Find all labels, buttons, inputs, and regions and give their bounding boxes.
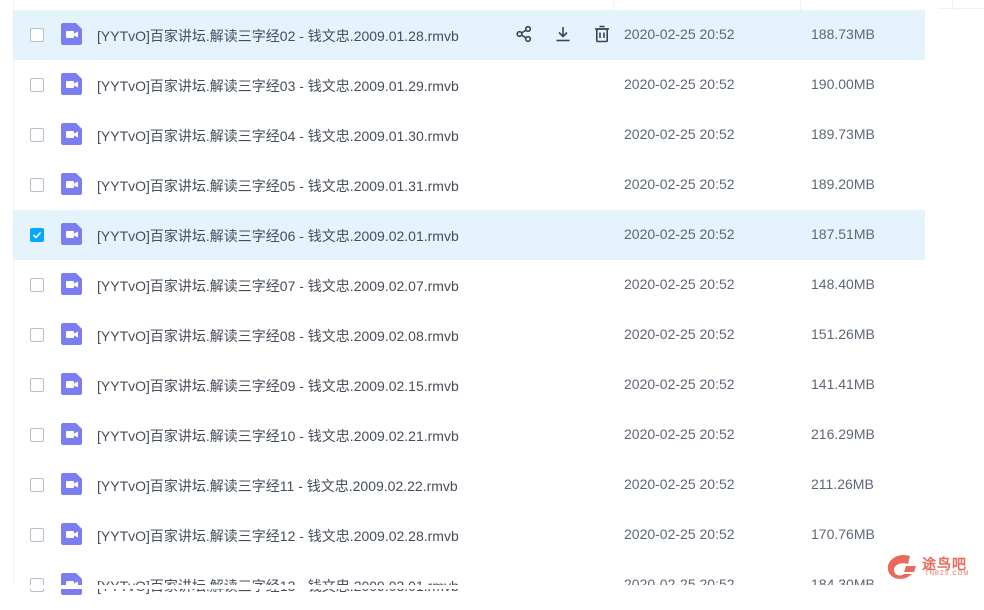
delete-button[interactable] [592,24,612,44]
video-file-icon[interactable] [60,72,84,96]
file-name[interactable]: [YYTvO]百家讲坛.解读三字经12 - 钱文忠.2009.02.28.rmv… [97,526,459,546]
file-size: 184.30MB [811,576,875,592]
file-row[interactable]: [YYTvO]百家讲坛.解读三字经04 - 钱文忠.2009.01.30.rmv… [14,110,925,160]
row-checkbox[interactable] [30,228,44,242]
file-row[interactable]: [YYTvO]百家讲坛.解读三字经03 - 钱文忠.2009.01.29.rmv… [14,60,925,110]
row-checkbox[interactable] [30,178,44,192]
row-checkbox[interactable] [30,78,44,92]
row-checkbox[interactable] [30,328,44,342]
bottom-edge [0,585,984,589]
file-size: 189.73MB [811,126,875,142]
column-divider [800,0,801,10]
video-file-icon[interactable] [60,222,84,246]
delete-icon [595,25,609,43]
video-file-icon[interactable] [60,322,84,346]
file-name[interactable]: [YYTvO]百家讲坛.解读三字经11 - 钱文忠.2009.02.22.rmv… [97,476,458,496]
video-file-icon[interactable] [60,122,84,146]
video-file-icon[interactable] [60,422,84,446]
row-checkbox[interactable] [30,478,44,492]
watermark-subtext: TNBZS.COM [925,571,970,577]
file-name[interactable]: [YYTvO]百家讲坛.解读三字经04 - 钱文忠.2009.01.30.rmv… [97,126,459,146]
modified-date: 2020-02-25 20:52 [624,126,735,142]
modified-date: 2020-02-25 20:52 [624,526,735,542]
file-row[interactable]: [YYTvO]百家讲坛.解读三字经05 - 钱文忠.2009.01.31.rmv… [14,160,925,210]
file-list: [YYTvO]百家讲坛.解读三字经02 - 钱文忠.2009.01.28.rmv… [14,10,925,610]
share-icon [516,25,532,43]
file-row[interactable]: [YYTvO]百家讲坛.解读三字经06 - 钱文忠.2009.02.01.rmv… [14,210,925,260]
file-row[interactable]: [YYTvO]百家讲坛.解读三字经08 - 钱文忠.2009.02.08.rmv… [14,310,925,360]
file-size: 211.26MB [811,476,874,492]
modified-date: 2020-02-25 20:52 [624,226,735,242]
modified-date: 2020-02-25 20:52 [624,276,735,292]
row-checkbox[interactable] [30,528,44,542]
file-name[interactable]: [YYTvO]百家讲坛.解读三字经08 - 钱文忠.2009.02.08.rmv… [97,326,459,346]
modified-date: 2020-02-25 20:52 [624,176,735,192]
video-file-icon[interactable] [60,172,84,196]
file-size: 170.76MB [811,526,875,542]
file-size: 189.20MB [811,176,875,192]
header-border [938,8,984,9]
row-checkbox[interactable] [30,128,44,142]
check-icon [32,231,42,239]
file-row[interactable]: [YYTvO]百家讲坛.解读三字经02 - 钱文忠.2009.01.28.rmv… [14,10,925,60]
modified-date: 2020-02-25 20:52 [624,576,735,592]
video-file-icon[interactable] [60,472,84,496]
watermark: 途鸟吧 TNBZS.COM [878,549,978,585]
video-file-icon[interactable] [60,272,84,296]
file-name[interactable]: [YYTvO]百家讲坛.解读三字经07 - 钱文忠.2009.02.07.rmv… [97,276,459,296]
file-size: 148.40MB [811,276,875,292]
file-name[interactable]: [YYTvO]百家讲坛.解读三字经02 - 钱文忠.2009.01.28.rmv… [97,26,459,46]
modified-date: 2020-02-25 20:52 [624,376,735,392]
row-checkbox[interactable] [30,428,44,442]
video-file-icon[interactable] [60,22,84,46]
download-button[interactable] [553,24,573,44]
row-checkbox[interactable] [30,378,44,392]
file-row[interactable]: [YYTvO]百家讲坛.解读三字经07 - 钱文忠.2009.02.07.rmv… [14,260,925,310]
file-row[interactable]: [YYTvO]百家讲坛.解读三字经09 - 钱文忠.2009.02.15.rmv… [14,360,925,410]
file-row[interactable]: [YYTvO]百家讲坛.解读三字经10 - 钱文忠.2009.02.21.rmv… [14,410,925,460]
file-name[interactable]: [YYTvO]百家讲坛.解读三字经10 - 钱文忠.2009.02.21.rmv… [97,426,459,446]
file-name[interactable]: [YYTvO]百家讲坛.解读三字经05 - 钱文忠.2009.01.31.rmv… [97,176,459,196]
file-size: 216.29MB [811,426,875,442]
file-row[interactable]: [YYTvO]百家讲坛.解读三字经12 - 钱文忠.2009.02.28.rmv… [14,510,925,560]
row-checkbox[interactable] [30,278,44,292]
modified-date: 2020-02-25 20:52 [624,76,735,92]
file-name[interactable]: [YYTvO]百家讲坛.解读三字经06 - 钱文忠.2009.02.01.rmv… [97,226,459,246]
row-actions [514,24,612,44]
column-divider [613,0,614,10]
file-size: 190.00MB [811,76,875,92]
row-checkbox[interactable] [30,28,44,42]
file-size: 141.41MB [811,376,875,392]
file-name[interactable]: [YYTvO]百家讲坛.解读三字经03 - 钱文忠.2009.01.29.rmv… [97,76,459,96]
file-size: 151.26MB [811,326,875,342]
table-header [14,0,984,10]
file-row[interactable]: [YYTvO]百家讲坛.解读三字经11 - 钱文忠.2009.02.22.rmv… [14,460,925,510]
left-panel-edge [0,0,14,589]
video-file-icon[interactable] [60,572,84,596]
modified-date: 2020-02-25 20:52 [624,26,735,42]
file-size: 187.51MB [811,226,875,242]
video-file-icon[interactable] [60,372,84,396]
watermark-logo-icon [887,554,916,579]
modified-date: 2020-02-25 20:52 [624,426,735,442]
modified-date: 2020-02-25 20:52 [624,476,735,492]
modified-date: 2020-02-25 20:52 [624,326,735,342]
download-icon [556,27,570,42]
file-size: 188.73MB [811,26,875,42]
file-name[interactable]: [YYTvO]百家讲坛.解读三字经09 - 钱文忠.2009.02.15.rmv… [97,376,459,396]
video-file-icon[interactable] [60,522,84,546]
share-button[interactable] [514,24,534,44]
